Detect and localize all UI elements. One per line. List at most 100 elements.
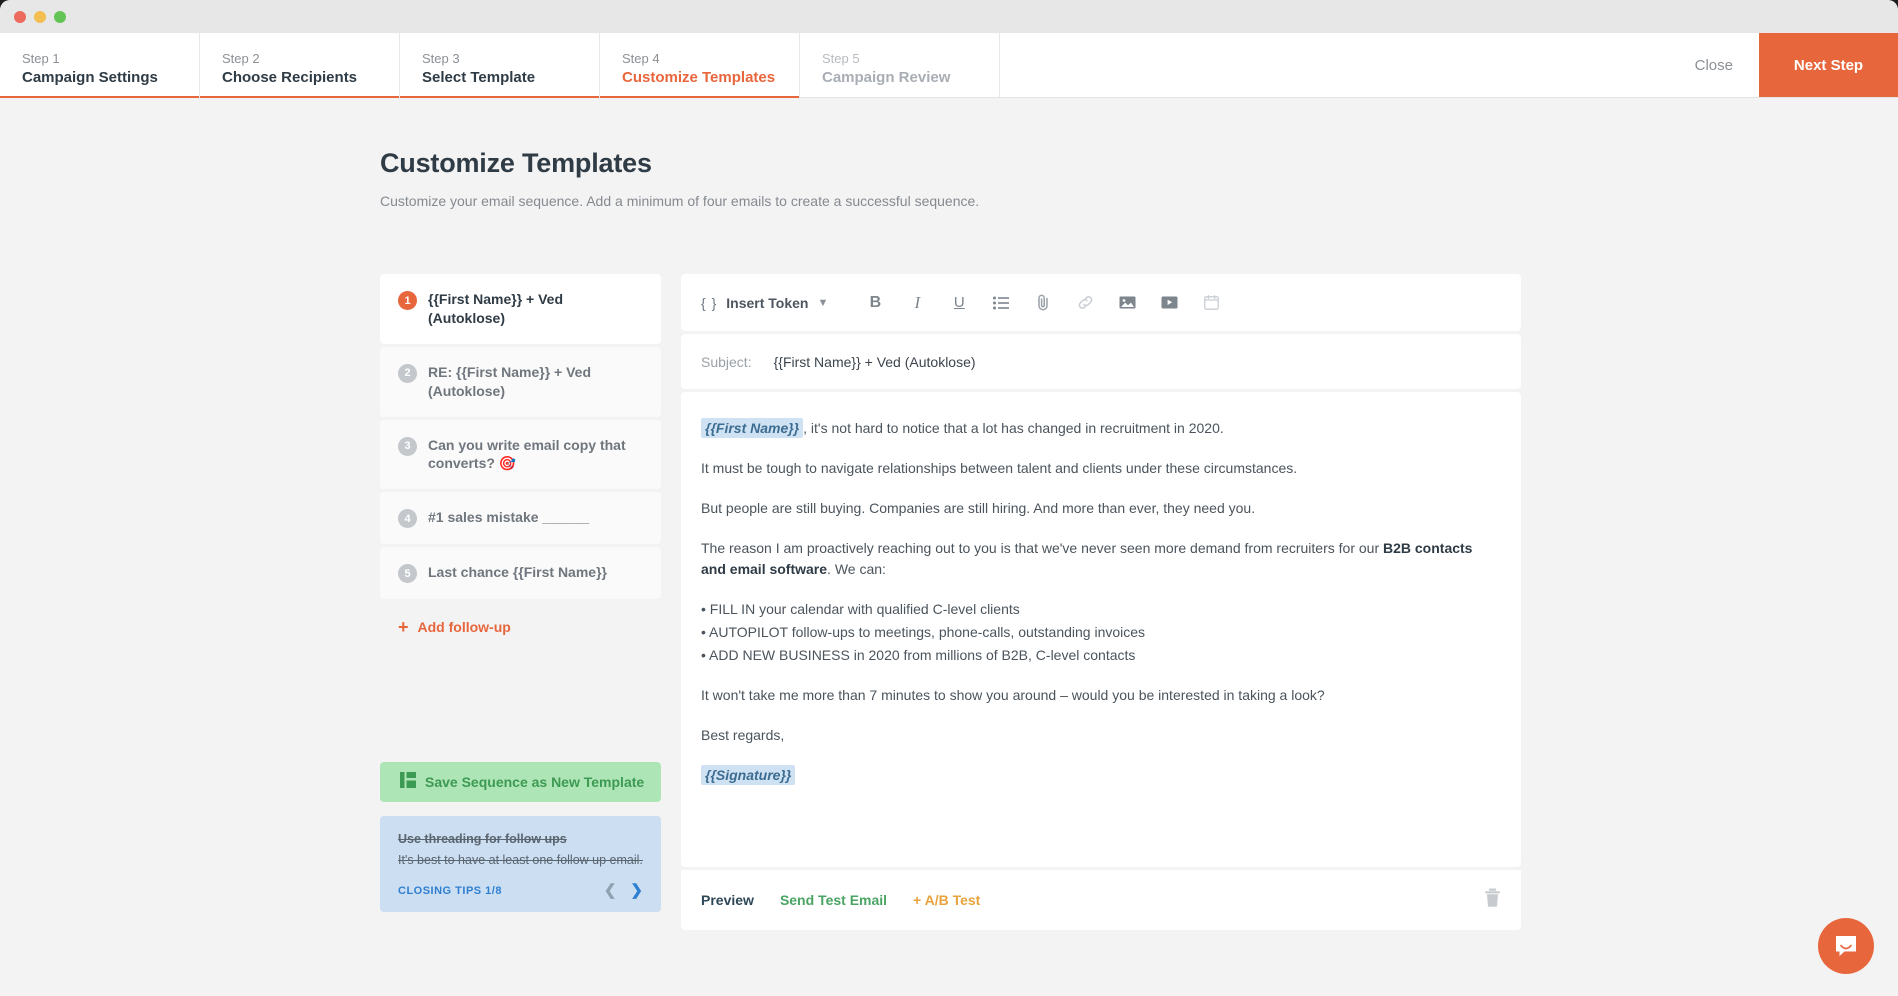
sequence-label: Can you write email copy that converts? …	[428, 436, 626, 472]
step-number: Step 1	[22, 51, 60, 67]
step-underline	[200, 96, 399, 98]
editor-toolbar: { } Insert Token ▼ B I U	[681, 274, 1521, 331]
first-name-token: {{First Name}}	[701, 418, 804, 438]
titlebar	[0, 0, 1898, 33]
chevron-right-icon[interactable]: ❯	[630, 883, 643, 898]
chevron-down-icon: ▼	[817, 296, 829, 309]
step-number: Step 5	[822, 51, 860, 67]
step-tab-5[interactable]: Step 5 Campaign Review	[800, 33, 1000, 97]
body-bullet-list: • FILL IN your calendar with qualified C…	[701, 599, 1501, 666]
step-tab-2[interactable]: Step 2 Choose Recipients	[200, 33, 400, 98]
body-paragraph-3: But people are still buying. Companies a…	[701, 500, 1256, 516]
close-button[interactable]: Close	[1669, 33, 1759, 97]
bold-icon[interactable]: B	[854, 287, 896, 319]
sidebar-item-email-5[interactable]: 5 Last chance {{First Name}}	[380, 547, 661, 600]
italic-icon[interactable]: I	[896, 287, 938, 319]
page-subtitle: Customize your email sequence. Add a min…	[380, 193, 980, 209]
page-body: Customize Templates Customize your email…	[0, 98, 1898, 930]
add-follow-up-button[interactable]: + Add follow-up	[380, 602, 661, 652]
window-close-icon[interactable]	[14, 10, 26, 23]
tips-counter: CLOSING TIPS 1/8	[398, 884, 502, 897]
body-signature-line: {{Signature}}	[701, 765, 1501, 786]
sidebar-item-email-4[interactable]: 4 #1 sales mistake ______	[380, 492, 661, 545]
underline-icon[interactable]: U	[938, 287, 980, 319]
sidebar-item-email-1[interactable]: 1 {{First Name}} + Ved (Autoklose)	[380, 274, 661, 344]
ab-test-button[interactable]: + A/B Test	[913, 892, 980, 908]
sequence-badge: 1	[398, 291, 417, 310]
insert-token-button[interactable]: { } Insert Token ▼	[701, 295, 828, 311]
sequence-sidebar: 1 {{First Name}} + Ved (Autoklose) 2 RE:…	[380, 274, 661, 930]
step-navigation: Step 1 Campaign Settings Step 2 Choose R…	[0, 33, 1898, 98]
body-signoff: Best regards,	[701, 727, 785, 743]
email-editor: { } Insert Token ▼ B I U Subject: {{Firs…	[681, 274, 1521, 930]
step-label: Campaign Settings	[22, 69, 158, 87]
calendar-icon[interactable]	[1190, 287, 1232, 319]
step-label: Campaign Review	[822, 69, 951, 87]
next-step-button[interactable]: Next Step	[1759, 33, 1898, 97]
step-tab-3[interactable]: Step 3 Select Template	[400, 33, 600, 98]
sequence-label: RE: {{First Name}} + Ved (Autoklose)	[428, 363, 592, 399]
sequence-label: Last chance {{First Name}}	[428, 564, 607, 581]
subject-label: Subject:	[701, 353, 752, 370]
p4-pre: The reason I am proactively reaching out…	[701, 540, 1383, 556]
step-label: Customize Templates	[622, 69, 776, 87]
editor-footer-actions: Preview Send Test Email + A/B Test	[701, 892, 980, 908]
video-icon[interactable]	[1148, 287, 1190, 319]
tips-footer: CLOSING TIPS 1/8 ❮ ❯	[398, 883, 643, 898]
step-label: Choose Recipients	[222, 69, 358, 87]
step-underline	[0, 96, 199, 98]
email-body-editor[interactable]: {{First Name}}, it's not hard to notice …	[681, 392, 1521, 867]
attachment-icon[interactable]	[1022, 287, 1064, 319]
sequence-label: #1 sales mistake ______	[428, 509, 590, 526]
insert-token-label: Insert Token	[726, 294, 809, 311]
sidebar-item-email-3[interactable]: 3 Can you write email copy that converts…	[380, 419, 661, 490]
editor-footer: Preview Send Test Email + A/B Test	[681, 870, 1521, 930]
bullet-item: • AUTOPILOT follow-ups to meetings, phon…	[701, 624, 1146, 640]
save-sequence-label: Save Sequence as New Template	[425, 774, 645, 791]
bullet-item: • FILL IN your calendar with qualified C…	[701, 601, 1020, 617]
app-window: Step 1 Campaign Settings Step 2 Choose R…	[0, 0, 1898, 996]
window-zoom-icon[interactable]	[54, 10, 66, 23]
intercom-chat-button[interactable]	[1818, 918, 1874, 974]
bullet-list-icon[interactable]	[980, 287, 1022, 319]
braces-icon: { }	[701, 294, 718, 311]
sequence-badge: 4	[398, 509, 417, 529]
step-label: Select Template	[422, 69, 536, 87]
body-paragraph-2: It must be tough to navigate relationshi…	[701, 460, 1298, 476]
add-follow-up-label: Add follow-up	[417, 619, 511, 636]
content-area: 1 {{First Name}} + Ved (Autoklose) 2 RE:…	[380, 274, 1898, 930]
step-tab-1[interactable]: Step 1 Campaign Settings	[0, 33, 200, 98]
greeting-rest: , it's not hard to notice that a lot has…	[803, 420, 1224, 436]
step-underline	[600, 96, 799, 98]
bullet-item: • ADD NEW BUSINESS in 2020 from millions…	[701, 647, 1136, 663]
subject-row: Subject: {{First Name}} + Ved (Autoklose…	[681, 334, 1521, 389]
delete-icon[interactable]	[1484, 888, 1501, 912]
image-icon[interactable]	[1106, 287, 1148, 319]
sidebar-item-email-2[interactable]: 2 RE: {{First Name}} + Ved (Autoklose)	[380, 346, 661, 417]
save-sequence-button[interactable]: Save Sequence as New Template	[380, 762, 661, 803]
tips-card: Use threading for follow ups It's best t…	[380, 816, 661, 913]
signature-token: {{Signature}}	[701, 765, 796, 785]
p4-post: . We can:	[827, 561, 886, 577]
body-paragraph-1: {{First Name}}, it's not hard to notice …	[701, 418, 1501, 439]
tips-body: It's best to have at least one follow up…	[398, 853, 643, 868]
tips-nav: ❮ ❯	[604, 883, 643, 898]
step-number: Step 3	[422, 51, 460, 67]
window-minimize-icon[interactable]	[34, 10, 46, 23]
sequence-badge: 3	[398, 436, 417, 456]
body-paragraph-4: The reason I am proactively reaching out…	[701, 538, 1501, 580]
stepbar-spacer	[1000, 33, 1669, 97]
chevron-left-icon[interactable]: ❮	[604, 883, 617, 898]
subject-input[interactable]: {{First Name}} + Ved (Autoklose)	[774, 354, 976, 370]
sequence-badge: 2	[398, 363, 417, 383]
link-icon[interactable]	[1064, 287, 1106, 319]
send-test-email-button[interactable]: Send Test Email	[780, 892, 887, 908]
step-number: Step 2	[222, 51, 260, 67]
step-tab-4[interactable]: Step 4 Customize Templates	[600, 33, 800, 98]
sequence-label: {{First Name}} + Ved (Autoklose)	[428, 291, 564, 326]
preview-button[interactable]: Preview	[701, 892, 754, 908]
sequence-badge: 5	[398, 564, 417, 584]
step-underline	[400, 96, 599, 98]
template-grid-icon	[400, 771, 416, 793]
chat-bubble-icon	[1836, 936, 1856, 956]
